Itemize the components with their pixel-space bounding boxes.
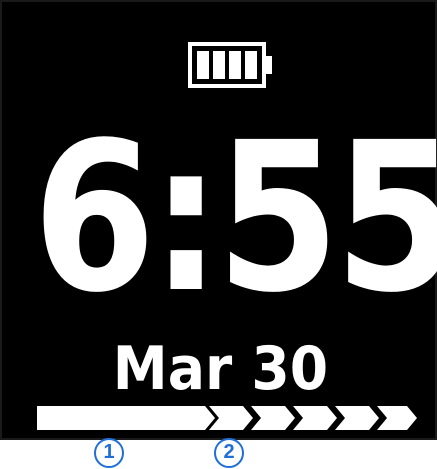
battery-bar-4	[245, 51, 257, 79]
battery-bar-1	[197, 51, 209, 79]
battery-full-icon	[188, 42, 272, 88]
time-display: 6:55	[32, 98, 437, 338]
move-bar	[37, 406, 417, 430]
battery-bar-3	[229, 51, 241, 79]
move-bar-chevron-3	[293, 406, 337, 430]
move-bar-chevron-5	[377, 406, 417, 430]
battery-bar-2	[213, 51, 225, 79]
move-bar-solid-segment	[37, 406, 215, 430]
callout-1: 1	[94, 438, 124, 468]
date-display: Mar 30	[112, 334, 329, 404]
move-bar-chevron-2	[251, 406, 295, 430]
move-bar-chevron-1	[209, 406, 253, 430]
callout-2: 2	[214, 438, 244, 468]
move-bar-chevron-4	[335, 406, 379, 430]
watch-screen: 6:55 Mar 30	[0, 0, 437, 440]
